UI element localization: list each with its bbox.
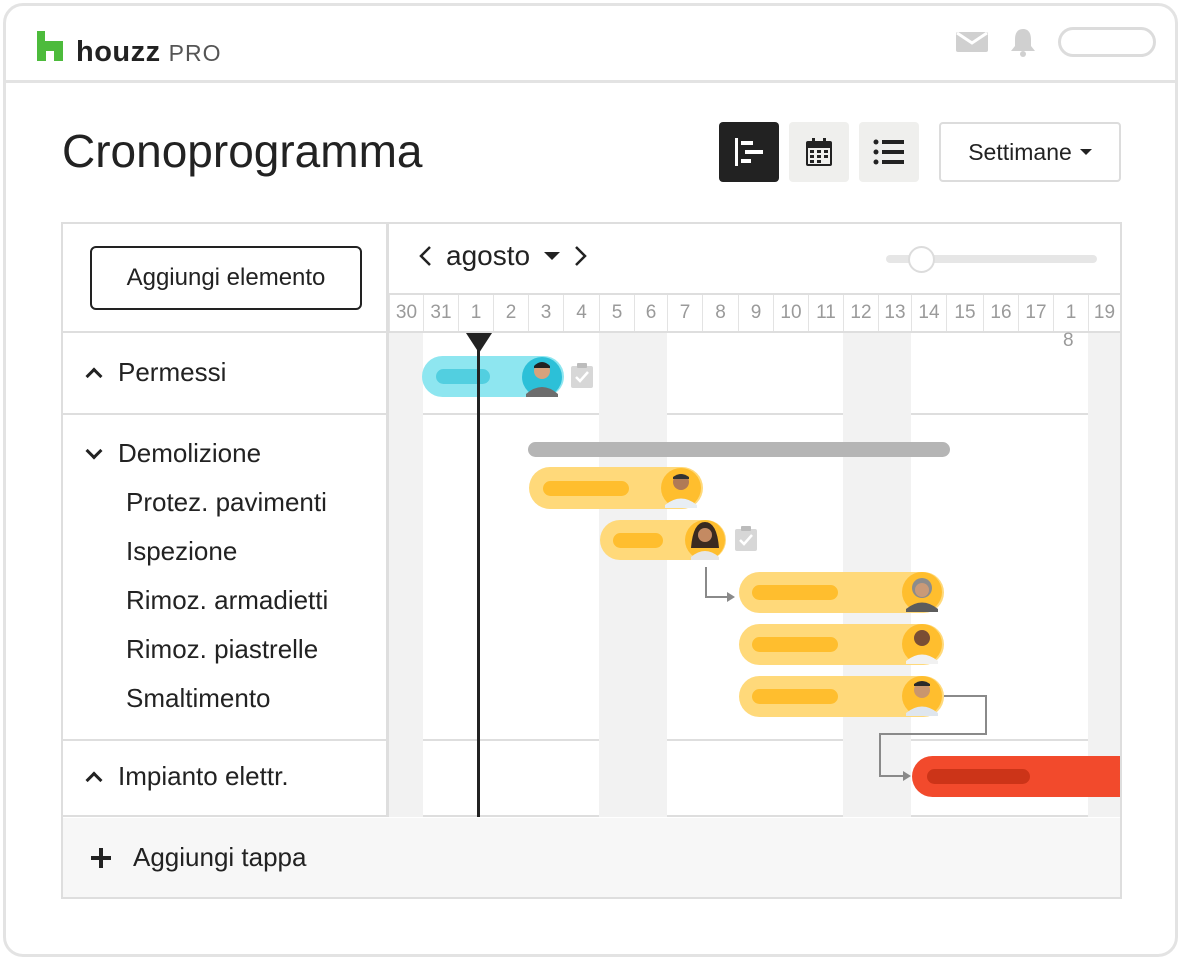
month-navigator: agosto xyxy=(418,240,588,272)
day-label: 8 xyxy=(702,295,738,331)
range-select-dropdown[interactable]: Settimane xyxy=(939,122,1121,182)
month-select[interactable]: agosto xyxy=(446,240,561,272)
day-label: 15 xyxy=(946,295,983,331)
task-label[interactable]: Rimoz. armadietti xyxy=(126,585,328,616)
task-bar-smaltimento[interactable] xyxy=(739,676,944,717)
chevron-down-icon xyxy=(85,442,103,459)
day-label: 3 xyxy=(528,295,563,331)
group-impianto-elettrico[interactable]: Impianto elettr. xyxy=(85,761,289,792)
day-label: 2 xyxy=(493,295,528,331)
group-permessi[interactable]: Permessi xyxy=(85,357,227,388)
list-view-button[interactable] xyxy=(859,122,919,182)
day-label: 6 xyxy=(634,295,667,331)
houzz-logo[interactable]: houzz PRO xyxy=(36,31,222,69)
top-bar: houzz PRO xyxy=(3,3,1178,83)
task-bar-rimoz-piastrelle[interactable] xyxy=(739,624,944,665)
gantt-view-button[interactable] xyxy=(719,122,779,182)
add-milestone-button[interactable]: Aggiungi tappa xyxy=(63,818,1120,897)
avatar xyxy=(902,572,942,612)
caret-down-icon xyxy=(544,252,561,260)
chevron-up-icon xyxy=(85,367,103,384)
day-label: 1 xyxy=(458,295,493,331)
calendar-view-icon xyxy=(806,138,832,166)
day-label: 5 xyxy=(599,295,634,331)
today-marker-line xyxy=(477,338,480,817)
day-label: 13 xyxy=(878,295,911,331)
bell-icon[interactable] xyxy=(1008,27,1038,57)
task-bar-impianto-elettrico[interactable] xyxy=(912,756,1120,797)
page-title: Cronoprogramma xyxy=(62,125,423,177)
day-label: 14 xyxy=(911,295,946,331)
avatar xyxy=(661,468,701,508)
mail-icon[interactable] xyxy=(956,30,988,54)
day-label: 17 xyxy=(1018,295,1053,331)
avatar xyxy=(522,357,562,397)
houzz-logo-icon xyxy=(37,31,63,61)
summary-bar-demolizione xyxy=(528,442,950,457)
day-label: 31 xyxy=(423,295,458,331)
zoom-slider-handle[interactable] xyxy=(908,246,935,273)
task-label[interactable]: Smaltimento xyxy=(126,683,271,714)
range-select-label: Settimane xyxy=(968,138,1072,165)
day-label: 9 xyxy=(738,295,773,331)
brand-suffix: PRO xyxy=(168,40,222,66)
add-item-button[interactable]: Aggiungi elemento xyxy=(90,246,362,310)
chevron-right-icon[interactable] xyxy=(574,245,588,267)
chevron-up-icon xyxy=(85,771,103,788)
clipboard-check-icon[interactable] xyxy=(735,526,757,551)
task-bar-protez-pavimenti[interactable] xyxy=(529,467,703,509)
task-bar-ispezione[interactable] xyxy=(600,520,726,560)
plus-icon xyxy=(91,847,111,868)
brand-name: houzz xyxy=(76,36,161,68)
day-label: 16 xyxy=(983,295,1018,331)
day-label: 30 xyxy=(389,295,423,331)
day-label: 4 xyxy=(563,295,599,331)
avatar xyxy=(902,676,942,716)
group-label: Impianto elettr. xyxy=(118,761,289,791)
task-bar-permessi[interactable] xyxy=(422,356,564,397)
day-label: 11 xyxy=(808,295,843,331)
day-label: 7 xyxy=(667,295,702,331)
dependency-arrow xyxy=(705,567,728,598)
chevron-left-icon[interactable] xyxy=(418,245,432,267)
user-menu-pill[interactable] xyxy=(1058,27,1156,57)
calendar-view-button[interactable] xyxy=(789,122,849,182)
clipboard-check-icon[interactable] xyxy=(571,363,593,388)
group-label: Permessi xyxy=(118,357,227,387)
task-label[interactable]: Protez. pavimenti xyxy=(126,487,327,518)
day-label: 19 xyxy=(1088,295,1120,331)
gantt-view-icon xyxy=(735,138,763,166)
arrowhead xyxy=(727,592,735,602)
gantt-bars xyxy=(422,356,1120,797)
day-label: 1 xyxy=(1053,295,1088,331)
avatar xyxy=(902,624,942,664)
task-label[interactable]: Rimoz. piastrelle xyxy=(126,634,318,665)
group-label: Demolizione xyxy=(118,438,262,468)
list-view-icon xyxy=(873,139,904,165)
day-label: 12 xyxy=(843,295,878,331)
add-milestone-label: Aggiungi tappa xyxy=(133,842,307,872)
task-label[interactable]: Ispezione xyxy=(126,536,237,567)
caret-down-icon xyxy=(1079,149,1092,155)
day-label: 10 xyxy=(773,295,808,331)
today-marker-icon[interactable] xyxy=(466,333,492,353)
month-label: agosto xyxy=(446,240,531,271)
avatar xyxy=(685,520,725,560)
group-demolizione[interactable]: Demolizione xyxy=(85,438,262,469)
arrowhead xyxy=(903,771,911,781)
task-bar-rimoz-armadietti[interactable] xyxy=(739,572,944,613)
